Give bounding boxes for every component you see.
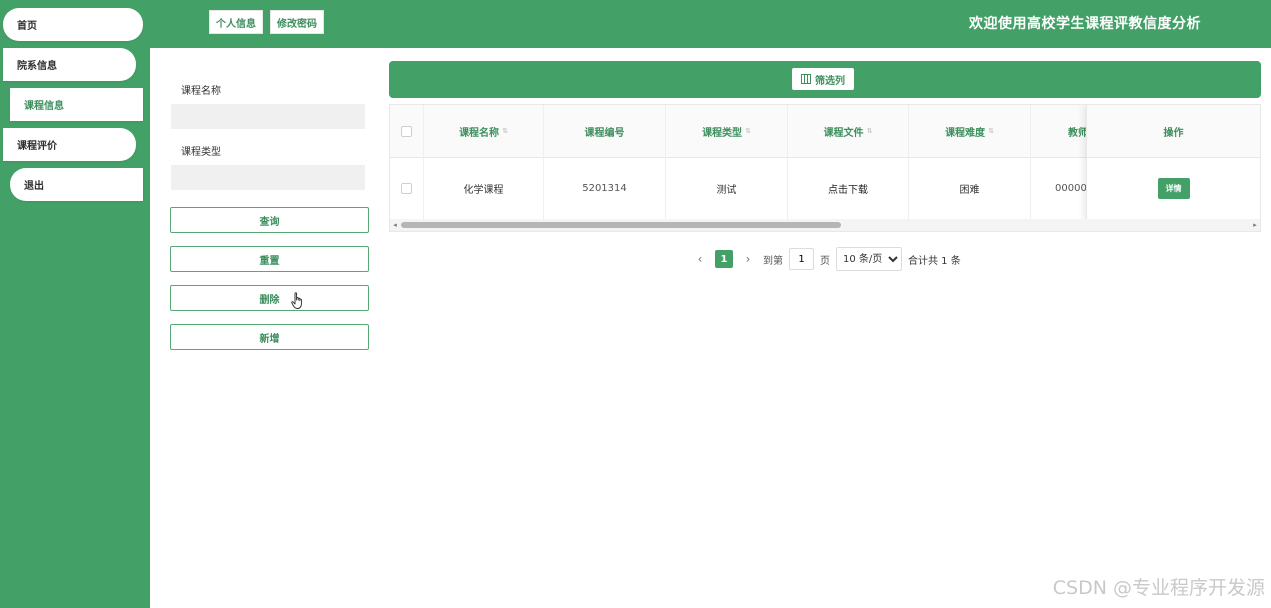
sidebar-item-logout[interactable]: 退出 — [10, 168, 143, 201]
goto-page-input[interactable] — [789, 248, 814, 270]
table-cell: 困难 — [909, 157, 1031, 220]
operation-cell: 详情 — [1087, 157, 1260, 220]
column-header-label: 课程编号 — [584, 127, 625, 139]
sort-icon: ⇅ — [502, 127, 508, 135]
scrollbar-thumb[interactable] — [401, 222, 841, 228]
reset-button[interactable]: 重置 — [170, 246, 369, 272]
column-header[interactable]: 课程难度 ⇅ — [909, 105, 1031, 157]
table-cell: 5201314 — [544, 157, 666, 220]
column-header-label: 课程类型 — [702, 127, 743, 139]
sort-icon: ⇅ — [866, 127, 873, 135]
prev-page-icon[interactable]: ‹ — [690, 252, 710, 266]
column-header[interactable]: 课程类型 ⇅ — [666, 105, 788, 157]
detail-button[interactable]: 详情 — [1157, 178, 1190, 199]
column-filter-icon — [801, 74, 811, 84]
column-header-label: 课程文件 — [823, 127, 864, 139]
course-name-label: 课程名称 — [181, 86, 221, 97]
download-link[interactable]: 点击下载 — [788, 157, 909, 220]
next-page-icon[interactable]: › — [738, 252, 758, 266]
sidebar-item-departments[interactable]: 院系信息 — [3, 48, 136, 81]
select-all-cell — [390, 105, 424, 157]
column-header[interactable]: 课程编号 — [544, 105, 666, 157]
app-title: 欢迎使用高校学生课程评教信度分析 — [969, 16, 1201, 32]
sort-icon: ⇅ — [745, 127, 751, 135]
data-table: 课程名称 ⇅ 课程编号 课程类型 ⇅ 课程文件 ⇅ 课程难度 ⇅ 教师 化学课程 520… — [389, 104, 1261, 232]
column-filter-button[interactable]: 筛选列 — [792, 68, 854, 90]
sidebar: 首页 院系信息 课程信息 课程评价 退出 — [0, 0, 150, 608]
table-cell: 测试 — [666, 157, 788, 220]
sidebar-item-evaluations[interactable]: 课程评价 — [3, 128, 136, 161]
total-count: 合计共 1 条 — [908, 255, 961, 267]
table-cell: 化学课程 — [424, 157, 544, 220]
sort-icon: ⇅ — [988, 127, 994, 135]
course-type-label: 课程类型 — [181, 147, 221, 158]
query-button[interactable]: 查询 — [170, 207, 369, 233]
change-password-button[interactable]: 修改密码 — [270, 10, 324, 34]
select-all-checkbox[interactable] — [401, 125, 412, 137]
column-header[interactable]: 课程文件 ⇅ — [788, 105, 909, 157]
hand-cursor-icon — [291, 292, 302, 309]
sidebar-item-label: 退出 — [24, 181, 44, 192]
column-header-label: 教师 — [1068, 127, 1088, 139]
add-button[interactable]: 新增 — [170, 324, 369, 350]
course-name-input[interactable] — [171, 104, 365, 129]
scroll-left-icon[interactable]: ◂ — [390, 219, 400, 231]
sidebar-item-home[interactable]: 首页 — [3, 8, 143, 41]
row-select-cell — [390, 157, 424, 220]
sidebar-item-label: 院系信息 — [17, 61, 57, 72]
pagination: ‹ 1 › 到第 页 10 条/页 合计共 1 条 — [690, 247, 961, 271]
row-checkbox[interactable] — [401, 183, 412, 194]
column-header-label: 课程难度 — [945, 127, 986, 139]
sidebar-item-courses[interactable]: 课程信息 — [10, 88, 143, 121]
goto-label: 到第 — [763, 255, 783, 267]
table-toolbar: 筛选列 — [389, 61, 1261, 98]
delete-button[interactable]: 删除 — [170, 285, 369, 311]
profile-button[interactable]: 个人信息 — [209, 10, 263, 34]
scroll-right-icon[interactable]: ▸ — [1250, 219, 1260, 231]
page-suffix: 页 — [820, 255, 830, 267]
operation-column: 操作 详情 — [1086, 105, 1260, 220]
sidebar-item-label: 课程评价 — [17, 141, 57, 152]
horizontal-scrollbar[interactable]: ◂ ▸ — [390, 219, 1260, 231]
operation-header: 操作 — [1087, 105, 1260, 158]
sidebar-item-label: 首页 — [17, 21, 37, 32]
page-size-select[interactable]: 10 条/页 — [836, 247, 902, 271]
column-filter-label: 筛选列 — [815, 75, 845, 87]
course-type-input[interactable] — [171, 165, 365, 190]
watermark: CSDN @专业程序开发源 — [1052, 577, 1265, 599]
page-number[interactable]: 1 — [715, 250, 733, 268]
column-header-label: 课程名称 — [459, 127, 500, 139]
column-header[interactable]: 课程名称 ⇅ — [424, 105, 544, 157]
sidebar-item-label: 课程信息 — [24, 101, 64, 112]
top-bar: 个人信息 修改密码 欢迎使用高校学生课程评教信度分析 — [150, 0, 1271, 48]
